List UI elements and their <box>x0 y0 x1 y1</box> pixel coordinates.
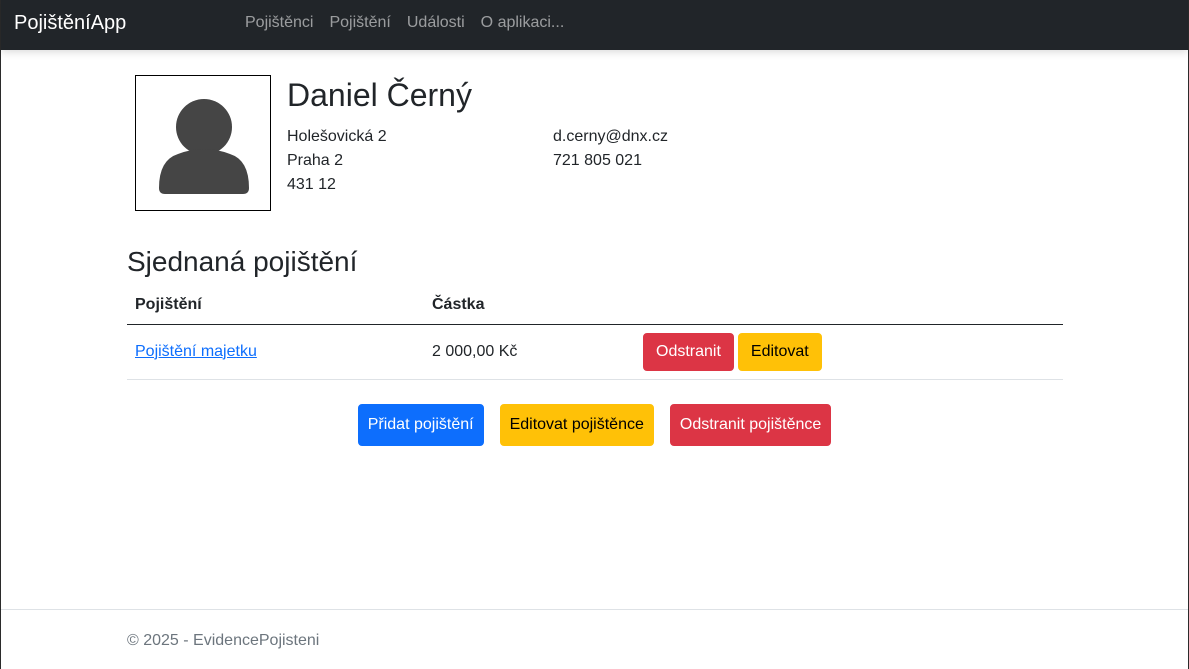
column-header-actions <box>635 286 1063 325</box>
contact-email: d.cerny@dnx.cz <box>553 128 668 145</box>
navbar: PojištěníApp Pojištěnci Pojištění Událos… <box>1 0 1188 50</box>
person-name: Daniel Černý <box>287 77 472 113</box>
insured-actions: Přidat pojištění Editovat pojištěnce Ods… <box>1 404 1188 446</box>
insurance-amount: 2 000,00 Kč <box>424 324 635 380</box>
column-header-insurance: Pojištění <box>127 286 424 325</box>
nav-link-o-aplikaci[interactable]: O aplikaci... <box>481 14 565 32</box>
delete-insured-button[interactable]: Odstranit pojištěnce <box>669 404 832 446</box>
footer: © 2025 - EvidencePojisteni <box>1 609 1188 669</box>
person-silhouette-icon <box>159 99 249 194</box>
footer-copyright: © 2025 - EvidencePojisteni <box>127 632 320 649</box>
nav-link-pojisteni[interactable]: Pojištění <box>329 14 390 32</box>
insurances-title: Sjednaná pojištění <box>127 246 358 277</box>
contact-block: d.cerny@dnx.cz 721 805 021 <box>553 125 668 173</box>
nav-links: Pojištěnci Pojištění Události O aplikaci… <box>245 14 580 32</box>
insurances-table: Pojištění Částka Pojištění majetku 2 000… <box>127 286 1063 380</box>
brand-link[interactable]: PojištěníApp <box>14 12 126 35</box>
nav-link-pojistenci[interactable]: Pojištěnci <box>245 14 313 32</box>
row-actions-cell: Odstranit Editovat <box>635 324 1063 380</box>
address-block: Holešovická 2 Praha 2 431 12 <box>287 125 387 197</box>
nav-link-udalosti[interactable]: Události <box>407 14 465 32</box>
edit-insured-button[interactable]: Editovat pojištěnce <box>499 404 654 446</box>
table-header-row: Pojištění Částka <box>127 286 1063 325</box>
table-row: Pojištění majetku 2 000,00 Kč Odstranit … <box>127 324 1063 380</box>
address-city: Praha 2 <box>287 152 344 169</box>
address-street: Holešovická 2 <box>287 128 387 145</box>
row-actions: Odstranit Editovat <box>643 332 1055 371</box>
insurance-link[interactable]: Pojištění majetku <box>135 343 257 360</box>
delete-insurance-button[interactable]: Odstranit <box>643 332 734 371</box>
column-header-amount: Částka <box>424 286 635 325</box>
insurance-name-cell: Pojištění majetku <box>127 324 424 380</box>
address-zip: 431 12 <box>287 176 336 193</box>
contact-phone: 721 805 021 <box>553 152 642 169</box>
add-insurance-button[interactable]: Přidat pojištění <box>357 404 484 446</box>
edit-insurance-button[interactable]: Editovat <box>737 332 822 371</box>
avatar <box>135 75 271 211</box>
